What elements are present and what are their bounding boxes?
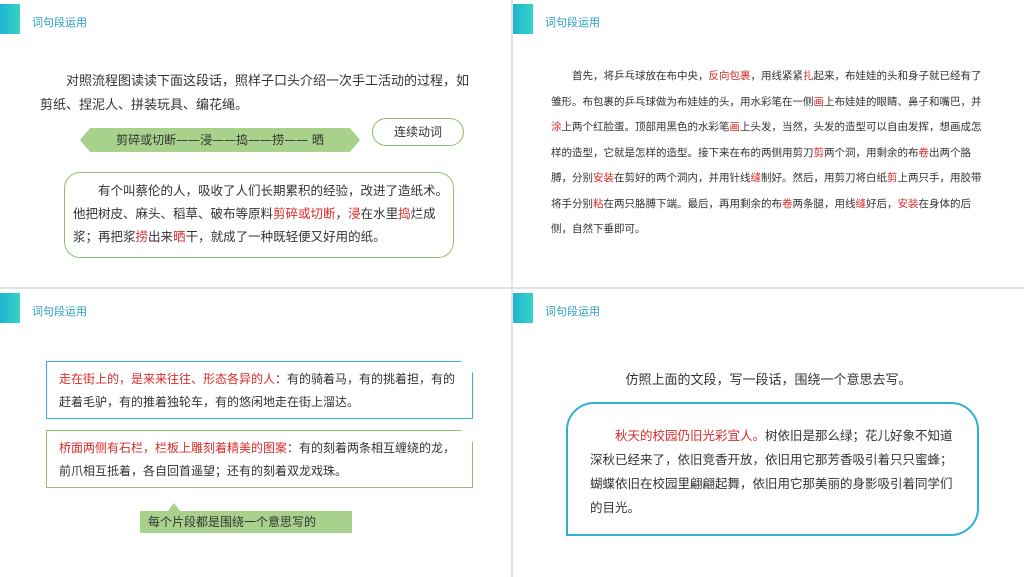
text-run: 在剪好的两个洞内，并用针线 (614, 172, 751, 184)
text-run: 首先，将乒乓球放在布中央， (572, 70, 709, 82)
example-paragraph-box: 有个叫蔡伦的人，吸收了人们长期累积的经验，改进了造纸术。他把树皮、麻头、稻草、破… (64, 172, 454, 258)
text-run: ， (335, 206, 349, 221)
intro-text: 对照流程图读读下面这段话，照样子口头介绍一次手工活动的过程，如剪纸、捏泥人、拼装… (40, 74, 470, 113)
slide-title: 词句段运用 (32, 16, 87, 29)
highlighted-verb: 捣 (398, 206, 411, 221)
writing-prompt: 仿照上面的文段，写一段话，围绕一个意思去写。 (625, 373, 912, 388)
doll-paragraph-box: 首先，将乒乓球放在布中央，反向包裹，用线紧紧扎起来，布娃娃的头和身子就已经有了雏… (551, 64, 991, 243)
text-run: 出来 (148, 229, 174, 244)
slide-title: 词句段运用 (545, 16, 600, 29)
summary-note: 每个片段都是围绕一个意思写的 (140, 503, 352, 533)
slide-2[interactable]: 词句段运用 首先，将乒乓球放在布中央，反向包裹，用线紧紧扎起来，布娃娃的头和身子… (513, 0, 1024, 287)
title-accent-bar (0, 4, 20, 34)
bridge-topic-sentence: 桥面两侧有石栏，栏板上雕刻着精美的图案 (59, 441, 288, 455)
highlighted-verb: 浸 (348, 206, 361, 221)
highlighted-verb: 画 (813, 95, 825, 108)
highlighted-verb: 卷 (918, 146, 930, 159)
text-run: 上两个红脸蛋。顶部用黑色的水彩笔 (561, 121, 730, 133)
highlighted-verb: 剪 (813, 146, 825, 159)
title-accent-bar (513, 293, 533, 323)
highlighted-verb: 反向包裹 (708, 70, 751, 82)
flow-banner: 剪碎或切断——浸——捣——捞—— 晒 (80, 128, 360, 152)
slide-4[interactable]: 词句段运用 仿照上面的文段，写一段话，围绕一个意思去写。 秋天的校园仍旧光彩宜人… (513, 289, 1024, 577)
slide-1[interactable]: 词句段运用 对照流程图读读下面这段话，照样子口头介绍一次手工活动的过程，如剪纸、… (0, 0, 511, 287)
title-accent-bar (0, 293, 20, 323)
slide-title: 词句段运用 (32, 305, 87, 318)
highlighted-verb: 涂 (551, 121, 562, 133)
street-topic-sentence: 走在街上的，是来来往往、形态各异的人 (59, 372, 276, 386)
slide-3[interactable]: 词句段运用 走在街上的，是来来往往、形态各异的人：有的骑着马，有的挑着担，有的赶… (0, 289, 511, 577)
sample-topic-sentence: 秋天的校园仍旧光彩宜人。 (615, 428, 766, 443)
highlighted-verb: 安装 (897, 197, 919, 210)
highlighted-verb: 晒 (173, 229, 186, 244)
highlighted-verb: 安装 (593, 172, 614, 184)
highlighted-verb: 缝 (750, 172, 762, 184)
sample-paragraph-bubble: 秋天的校园仍旧光彩宜人。树依旧是那么绿；花儿好象不知道深秋已经来了，依旧竞香开放… (566, 402, 979, 536)
highlighted-verb: 画 (729, 121, 741, 133)
text-run: 制好。然后，用剪刀将白纸 (761, 172, 887, 184)
text-run: 两个洞，用剩余的布 (824, 146, 919, 159)
highlighted-verb: 扎 (803, 70, 814, 82)
flow-text: 剪碎或切断——浸——捣——捞—— 晒 (116, 133, 324, 147)
text-run: 两条腿，用线 (792, 197, 856, 210)
highlighted-verb: 捞 (135, 229, 149, 244)
bridge-paragraph-box: 桥面两侧有石栏，栏板上雕刻着精美的图案：有的刻着两条相互缠绕的龙，前爪相互抵着，… (46, 430, 473, 488)
text-run: ，用线紧紧 (750, 70, 804, 82)
highlighted-verb: 缝 (855, 197, 867, 210)
sample-paragraph: 秋天的校园仍旧光彩宜人。树依旧是那么绿；花儿好象不知道深秋已经来了，依旧竞香开放… (590, 424, 961, 520)
text-run: 上布娃娃的眼睛、鼻子和嘴巴，并 (824, 95, 982, 108)
callout-bubble: 连续动词 (372, 118, 464, 146)
doll-paragraph: 首先，将乒乓球放在布中央，反向包裹，用线紧紧扎起来，布娃娃的头和身子就已经有了雏… (551, 64, 991, 243)
text-run: 在两只胳膊下端。最后，再用剩余的布 (603, 197, 783, 210)
highlighted-verb: 粘 (593, 197, 604, 210)
example-paragraph: 有个叫蔡伦的人，吸收了人们长期累积的经验，改进了造纸术。他把树皮、麻头、稻草、破… (73, 179, 453, 248)
street-paragraph-box: 走在街上的，是来来往往、形态各异的人：有的骑着马，有的挑着担，有的赶着毛驴，有的… (46, 361, 473, 419)
highlighted-verb: 剪 (887, 172, 898, 184)
highlighted-verb: 卷 (782, 197, 793, 210)
text-run: 干，就成了一种既轻便又好用的纸。 (185, 229, 386, 244)
text-run: 好后， (866, 197, 898, 210)
title-accent-bar (513, 4, 533, 34)
text-run: 在水里 (360, 206, 399, 221)
highlighted-verb: 剪碎或切断 (273, 206, 336, 221)
slide-title: 词句段运用 (545, 305, 600, 318)
